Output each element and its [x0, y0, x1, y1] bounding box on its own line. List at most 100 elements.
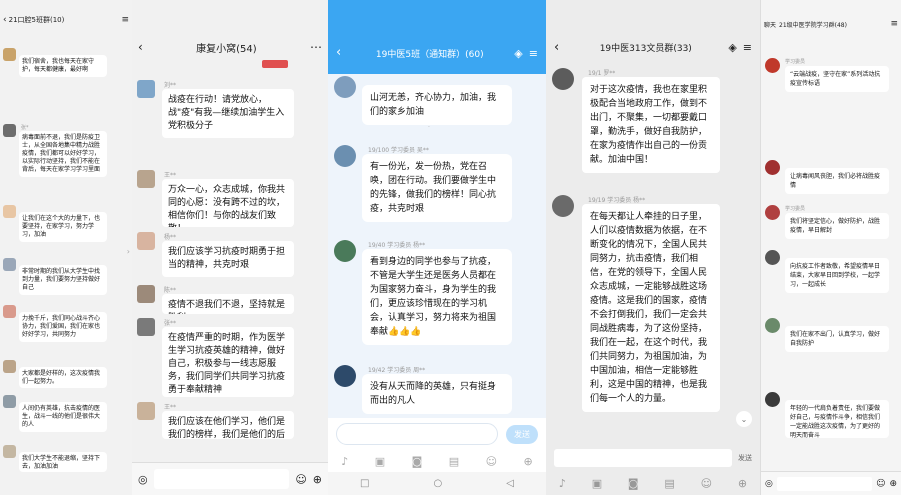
recent-apps-icon[interactable]: □	[360, 478, 369, 489]
message-bubble[interactable]: 没有从天而降的英雄，只有挺身而出的凡人	[362, 374, 512, 414]
message-bubble[interactable]: 年轻的一代肩负着责任，我们要做好自己，与疫情作斗争，相信我们一定能战胜这次疫情，…	[785, 400, 889, 438]
avatar[interactable]	[3, 124, 16, 137]
avatar[interactable]	[137, 402, 155, 420]
message-bubble[interactable]: 大家都是好样的，这次疫情我们一起努力。	[19, 367, 107, 388]
avatar[interactable]	[137, 80, 155, 98]
back-icon[interactable]: ‹	[554, 40, 559, 55]
message-bubble[interactable]: 山河无恙，齐心协力，加油，我们的家乡加油	[362, 85, 512, 125]
back-icon[interactable]: ‹	[336, 45, 341, 60]
message-input[interactable]	[153, 469, 290, 489]
voice-icon[interactable]: ♪	[341, 455, 348, 468]
avatar[interactable]	[334, 365, 356, 387]
message-bubble[interactable]: 对于这次疫情，我也在家里积极配合当地政府工作，做到不出门，不聚集，一切都要戴口罩…	[582, 77, 720, 173]
members-icon[interactable]: ◈	[514, 47, 522, 60]
send-button[interactable]: 发送	[738, 453, 752, 463]
message-bubble[interactable]: 我们应该在他们学习，他们是我们的榜样，我们是他们的后备军😊😊	[162, 411, 294, 439]
avatar[interactable]	[137, 232, 155, 250]
menu-icon[interactable]: ≡	[890, 19, 898, 29]
avatar[interactable]	[3, 445, 16, 458]
add-icon[interactable]: ⊕	[738, 477, 747, 490]
members-icon[interactable]: ◈	[728, 41, 736, 54]
avatar[interactable]	[765, 318, 780, 333]
message-input[interactable]	[336, 423, 498, 445]
add-icon[interactable]: ⊕	[523, 455, 532, 468]
avatar[interactable]	[3, 360, 16, 373]
message-row: 杨** 我们应该学习抗疫时期勇于担当的精神，共克时艰	[137, 232, 325, 277]
avatar[interactable]	[137, 170, 155, 188]
back-icon[interactable]: ‹	[3, 15, 7, 25]
chat-title: 21级中医学院学习群(48)	[779, 21, 847, 29]
message-bubble[interactable]: 让我们在这个大的力量下，也要坚持，在家学习，努力学习，加油	[19, 212, 107, 242]
avatar[interactable]	[3, 305, 16, 318]
message-bubble[interactable]: 力挽千斤，我们同心战斗齐心协力，我们爱国，我们在家也好好学习，共同努力	[19, 312, 107, 342]
more-icon[interactable]: ⋯	[310, 40, 322, 54]
avatar[interactable]	[765, 205, 780, 220]
message-bubble[interactable]: 我们宿舍，我也每天在家守护，每天都健康，最好啊	[19, 55, 107, 77]
chat-panel-3: ‹ 19中医5班（通知群）(60) ◈ ≡ 山河无恙，齐心协力，加油，我们的家乡…	[328, 0, 546, 495]
avatar[interactable]	[3, 395, 16, 408]
message-bubble[interactable]: 我们将坚定信心，做好防护，战胜疫情，早日解封	[785, 213, 889, 239]
avatar[interactable]	[3, 205, 16, 218]
message-row: 陈**疫情不退我们不退，坚持就是胜利	[137, 285, 325, 314]
message-bubble[interactable]: 人间仍有英雄，抗击疫情的医生，战斗一线的他们是很伟大的人	[19, 402, 107, 432]
message-bubble[interactable]: 在每天都让人牵挂的日子里，人们以疫情数据为依据，在不断变化的情况下，全国人民共同…	[582, 204, 720, 412]
message-bubble[interactable]: 病毒面前不退，我们是防疫卫士，从全国各地集中精力战胜疫情，我们都可以好好学习，以…	[19, 131, 107, 177]
camera-icon[interactable]: ◙	[412, 455, 423, 468]
message-bubble[interactable]: “云端战疫，坚守在家”系列活动抗疫宣传标语	[785, 66, 889, 92]
right-edge-arrow-icon[interactable]: ›	[127, 247, 130, 256]
avatar[interactable]	[137, 318, 155, 336]
message-bubble[interactable]: 让病毒闻风丧胆，我们必将战胜疫情	[785, 168, 889, 194]
menu-icon[interactable]: ≡	[743, 41, 752, 54]
image-icon[interactable]: ▣	[592, 477, 602, 490]
menu-icon[interactable]: ≡	[529, 47, 538, 60]
message-bubble[interactable]: 向抗疫工作者致敬，希望疫情早日结束，大家早日回到学校，一起学习，一起成长	[785, 258, 889, 293]
avatar[interactable]	[137, 285, 155, 303]
avatar[interactable]	[3, 258, 16, 271]
camera-icon[interactable]: ◙	[628, 477, 639, 490]
header-label: 聊天	[764, 21, 777, 29]
emoji-icon[interactable]: ☺	[486, 455, 497, 468]
avatar[interactable]	[765, 58, 780, 73]
image-icon[interactable]: ▣	[375, 455, 385, 468]
emoji-icon[interactable]: ☺	[295, 473, 306, 486]
message-bubble[interactable]: 我们大学生不能退缩，坚持下去，加油加油	[19, 452, 107, 472]
file-icon[interactable]: ▤	[664, 477, 674, 490]
avatar[interactable]	[552, 68, 574, 90]
file-icon[interactable]: ▤	[449, 455, 459, 468]
input-bar: 发送	[546, 445, 760, 471]
add-icon[interactable]: ⊕	[889, 479, 897, 489]
scroll-down-icon[interactable]: ⌄	[736, 411, 752, 427]
message-bubble[interactable]: 看到身边的同学也参与了抗疫，不管是大学生还是医务人员都在为国家努力奋斗，身为学生…	[362, 249, 512, 345]
emoji-icon[interactable]: ☺	[701, 477, 712, 490]
avatar[interactable]	[765, 250, 780, 265]
avatar[interactable]	[765, 392, 780, 407]
emoji-icon[interactable]: ☺	[876, 479, 885, 489]
voice-icon[interactable]: ◎	[765, 479, 773, 489]
avatar[interactable]	[3, 48, 16, 61]
home-icon[interactable]: ○	[434, 478, 443, 489]
message-bubble[interactable]: 万众一心，众志成城，你我共同的心愿：没有跨不过的坎，相信你们！与你的战友们致敬！	[162, 179, 294, 227]
message-bubble[interactable]: 我们在家不出门，认真学习，做好自我防护	[785, 326, 889, 352]
message-bubble[interactable]: 有一份光，发一份热，党在召唤，团在行动。我们要做学生中的先锋，做我们的榜样！同心…	[362, 154, 512, 222]
message-input[interactable]	[776, 476, 873, 491]
voice-icon[interactable]: ◎	[138, 473, 148, 486]
menu-icon[interactable]: ≡	[121, 15, 129, 25]
back-icon[interactable]: ‹	[138, 40, 143, 54]
message-bubble[interactable]: 在疫情严重的时期，作为医学生学习抗疫英雄的精神，做好自己，积极参与一线志愿服务，…	[162, 327, 294, 397]
message-bubble[interactable]: 非常时期的我们从大学生中找到力量，我们要努力坚持做好自己	[19, 265, 107, 295]
voice-icon[interactable]: ♪	[559, 477, 566, 490]
avatar[interactable]	[552, 195, 574, 217]
message-row: 刘** 战疫在行动！请党放心，战"疫"有我—继续加油学生入党积极分子	[137, 80, 325, 138]
send-button[interactable]: 发送	[506, 424, 538, 444]
avatar[interactable]	[765, 160, 780, 175]
add-icon[interactable]: ⊕	[313, 473, 322, 486]
avatar[interactable]	[334, 240, 356, 262]
back-nav-icon[interactable]: ◁	[506, 478, 514, 489]
message-input[interactable]	[554, 449, 732, 467]
avatar[interactable]	[334, 145, 356, 167]
message-bubble[interactable]: 我们应该学习抗疫时期勇于担当的精神，共克时艰	[162, 241, 294, 277]
message-bubble[interactable]: 战疫在行动！请党放心，战"疫"有我—继续加油学生入党积极分子	[162, 89, 294, 138]
avatar[interactable]	[334, 76, 356, 98]
message-row: 学习委员 “云端战疫，坚守在家”系列活动抗疫宣传标语	[765, 58, 899, 92]
message-bubble[interactable]: 疫情不退我们不退，坚持就是胜利	[162, 294, 294, 314]
